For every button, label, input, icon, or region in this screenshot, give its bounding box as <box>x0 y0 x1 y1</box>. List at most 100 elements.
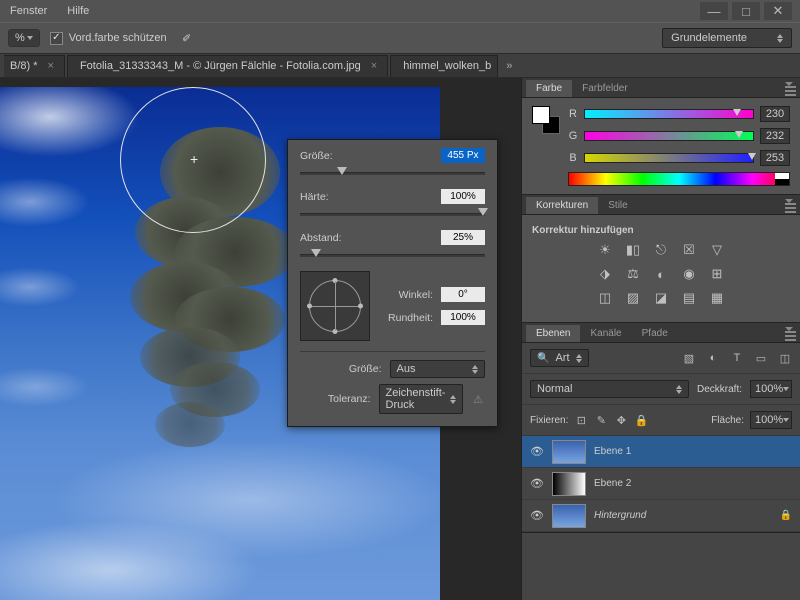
bw-icon[interactable]: ◐ <box>652 266 670 282</box>
overflow-tabs-button[interactable]: » <box>506 60 512 72</box>
selective-icon[interactable]: ▦ <box>708 290 726 306</box>
tab-korrekturen[interactable]: Korrekturen <box>526 197 598 214</box>
size-dyn-label: Größe: <box>300 363 382 375</box>
hue-icon[interactable]: ⬗ <box>596 266 614 282</box>
layer-name[interactable]: Hintergrund <box>594 510 772 521</box>
spacing-label: Abstand: <box>300 232 441 244</box>
b-label: B <box>568 152 578 164</box>
layer-row[interactable]: 👁 Ebene 1 <box>522 436 800 468</box>
panel-menu-icon[interactable] <box>785 327 796 343</box>
hardness-label: Härte: <box>300 191 441 203</box>
filter-adjust-icon[interactable]: ◐ <box>706 351 720 365</box>
visibility-icon[interactable]: 👁 <box>530 445 544 458</box>
size-label: Größe: <box>300 150 441 162</box>
spacing-value[interactable]: 25% <box>441 230 485 245</box>
mixer-icon[interactable]: ⊞ <box>708 266 726 282</box>
size-dynamics-select[interactable]: Aus <box>390 360 486 378</box>
document-tab[interactable]: B/8) *× <box>4 55 65 77</box>
brush-settings-popup: Größe: 455 Px Härte: 100% Abstand: 25% W… <box>287 139 498 427</box>
tab-farbfelder[interactable]: Farbfelder <box>572 80 638 97</box>
exposure-icon[interactable]: ☒ <box>680 242 698 258</box>
visibility-icon[interactable]: 👁 <box>530 509 544 522</box>
opacity-input[interactable]: 100% <box>750 380 792 398</box>
minimize-button[interactable]: — <box>700 2 728 20</box>
brightness-icon[interactable]: ☀ <box>596 242 614 258</box>
r-value[interactable]: 230 <box>760 106 790 122</box>
workspace-dropdown[interactable]: Grundelemente <box>662 28 792 48</box>
hardness-value[interactable]: 100% <box>441 189 485 204</box>
panel-menu-icon[interactable] <box>785 82 796 98</box>
filter-shape-icon[interactable]: ▭ <box>754 351 768 365</box>
balance-icon[interactable]: ⚖ <box>624 266 642 282</box>
document-tab[interactable]: himmel_wolken_b <box>390 55 498 77</box>
close-icon[interactable]: × <box>48 60 54 72</box>
size-value[interactable]: 455 Px <box>441 148 485 163</box>
layer-thumbnail[interactable] <box>552 440 586 464</box>
layer-thumbnail[interactable] <box>552 472 586 496</box>
g-value[interactable]: 232 <box>760 128 790 144</box>
chevron-down-icon <box>27 36 33 40</box>
layer-row[interactable]: 👁 Ebene 2 <box>522 468 800 500</box>
angle-value[interactable]: 0° <box>441 287 485 302</box>
b-slider[interactable] <box>584 153 754 163</box>
b-value[interactable]: 253 <box>760 150 790 166</box>
visibility-icon[interactable]: 👁 <box>530 477 544 490</box>
levels-icon[interactable]: ▮▯ <box>624 242 642 258</box>
tab-farbe[interactable]: Farbe <box>526 80 572 97</box>
airbrush-icon[interactable]: ✐ <box>177 28 197 48</box>
curves-icon[interactable]: ⎋ <box>652 242 670 258</box>
r-slider[interactable] <box>584 109 754 119</box>
tab-stile[interactable]: Stile <box>598 197 637 214</box>
close-icon[interactable]: × <box>371 60 377 72</box>
fill-label: Fläche: <box>711 415 744 426</box>
panel-menu-icon[interactable] <box>785 199 796 215</box>
checkbox-icon: ✓ <box>50 32 63 45</box>
poster-icon[interactable]: ▨ <box>624 290 642 306</box>
lock-label: Fixieren: <box>530 415 568 426</box>
filter-type-icon[interactable]: T <box>730 351 744 365</box>
blend-mode-select[interactable]: Normal <box>530 380 689 398</box>
hardness-slider[interactable] <box>300 208 485 220</box>
tab-pfade[interactable]: Pfade <box>632 325 678 342</box>
vibrance-icon[interactable]: ▽ <box>708 242 726 258</box>
filter-pixel-icon[interactable]: ▧ <box>682 351 696 365</box>
tolerance-label: Toleranz: <box>300 393 371 405</box>
fg-bg-swatches[interactable] <box>532 106 558 132</box>
opacity-label: Deckkraft: <box>697 384 742 395</box>
opacity-field[interactable]: % <box>8 29 40 47</box>
warning-icon: ⚠ <box>471 392 485 406</box>
size-slider[interactable] <box>300 167 485 179</box>
menu-item[interactable]: Hilfe <box>67 5 89 17</box>
lock-move-icon[interactable]: ✥ <box>614 413 628 427</box>
gradient-icon[interactable]: ▤ <box>680 290 698 306</box>
layer-name[interactable]: Ebene 2 <box>594 478 792 489</box>
layer-thumbnail[interactable] <box>552 504 586 528</box>
tolerance-select[interactable]: Zeichenstift-Druck <box>379 384 464 414</box>
document-tab[interactable]: Fotolia_31333343_M - © Jürgen Fälchle - … <box>67 55 388 77</box>
spacing-slider[interactable] <box>300 249 485 261</box>
fill-input[interactable]: 100% <box>750 411 792 429</box>
filter-smart-icon[interactable]: ◫ <box>778 351 792 365</box>
tab-kanaele[interactable]: Kanäle <box>580 325 631 342</box>
maximize-button[interactable]: □ <box>732 2 760 20</box>
threshold-icon[interactable]: ◪ <box>652 290 670 306</box>
roundness-label: Rundheit: <box>384 312 441 324</box>
r-label: R <box>568 108 578 120</box>
tab-ebenen[interactable]: Ebenen <box>526 325 580 342</box>
color-spectrum[interactable] <box>568 172 790 186</box>
corrections-header: Korrektur hinzufügen <box>532 223 790 242</box>
roundness-value[interactable]: 100% <box>441 310 485 325</box>
layer-row[interactable]: 👁 Hintergrund 🔒 <box>522 500 800 532</box>
lock-all-icon[interactable]: 🔒 <box>634 413 648 427</box>
protect-foreground-checkbox[interactable]: ✓ Vord.farbe schützen <box>50 32 167 45</box>
photo-filter-icon[interactable]: ◉ <box>680 266 698 282</box>
menu-item[interactable]: Fenster <box>10 5 47 17</box>
lock-paint-icon[interactable]: ✎ <box>594 413 608 427</box>
lock-trans-icon[interactable]: ⊡ <box>574 413 588 427</box>
close-button[interactable]: ✕ <box>764 2 792 20</box>
layer-name[interactable]: Ebene 1 <box>594 446 792 457</box>
layer-filter-select[interactable]: 🔍 Art <box>530 349 589 367</box>
g-slider[interactable] <box>584 131 754 141</box>
invert-icon[interactable]: ◫ <box>596 290 614 306</box>
angle-control[interactable] <box>300 271 370 341</box>
